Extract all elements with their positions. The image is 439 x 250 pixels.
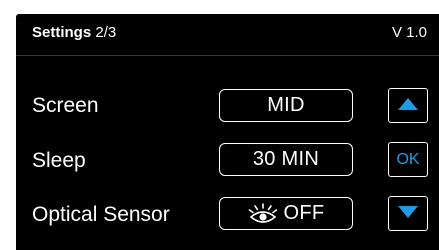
page-indicator: 2/3 [95, 24, 117, 41]
page-title: Settings 2/3 [32, 24, 116, 42]
optical-sensor-label: Optical Sensor [32, 203, 170, 226]
optical-sensor-button[interactable]: OFF [219, 197, 353, 230]
ok-label: OK [396, 150, 420, 168]
settings-screen: Settings 2/3 V 1.0 Screen MID Sleep 30 M… [16, 14, 439, 250]
device-bezel: Settings 2/3 V 1.0 Screen MID Sleep 30 M… [0, 0, 439, 250]
down-button[interactable] [388, 196, 428, 231]
screen-brightness-button[interactable]: MID [219, 89, 353, 122]
version-label: V 1.0 [391, 24, 427, 41]
header-divider [16, 55, 439, 56]
sleep-value: 30 MIN [252, 148, 320, 170]
triangle-down-icon [398, 205, 418, 223]
sleep-timer-button[interactable]: 30 MIN [219, 143, 353, 176]
eye-icon [248, 202, 278, 225]
optical-sensor-value: OFF [283, 202, 325, 224]
up-button[interactable] [388, 88, 428, 123]
screen-value: MID [267, 94, 305, 116]
title-text: Settings [32, 24, 92, 41]
triangle-up-icon [398, 97, 418, 115]
ok-button[interactable]: OK [388, 142, 428, 177]
sleep-label: Sleep [32, 149, 86, 172]
screen-label: Screen [32, 94, 99, 117]
